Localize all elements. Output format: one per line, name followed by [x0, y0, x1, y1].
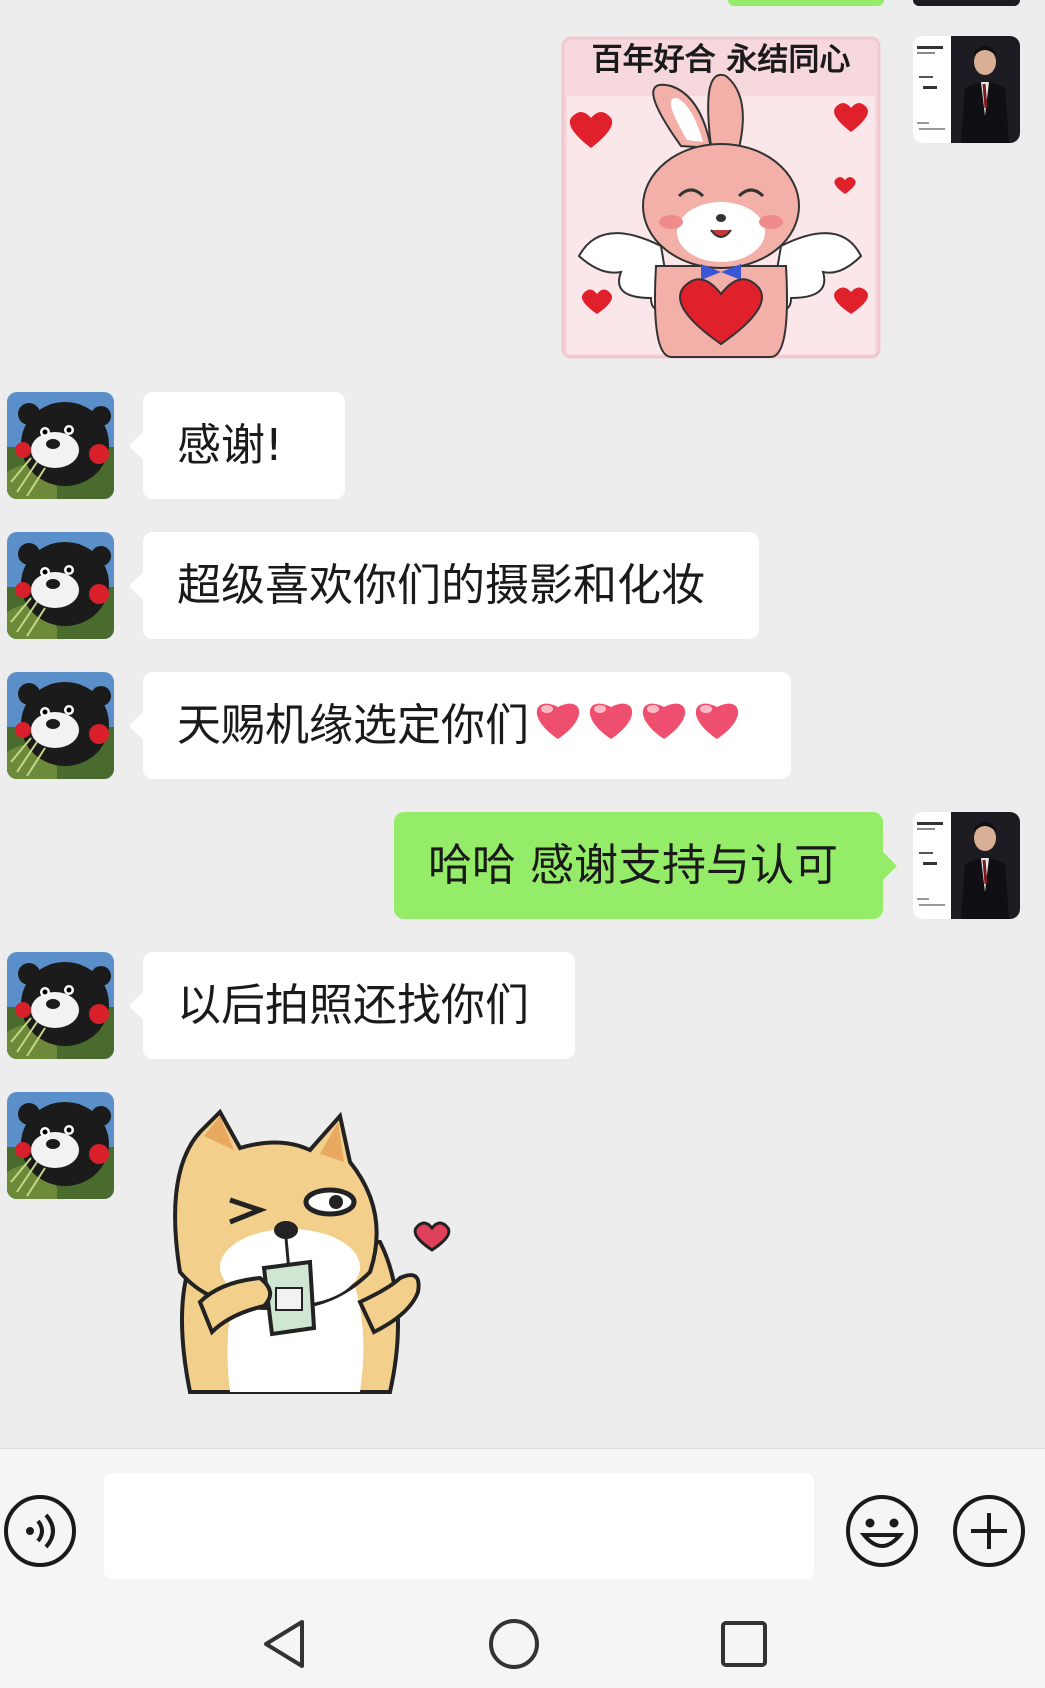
more-button[interactable]: [951, 1493, 1027, 1569]
previous-bubble-fragment: [728, 0, 884, 6]
message-text: 感谢!: [177, 420, 283, 471]
back-triangle-icon: [264, 1620, 304, 1668]
nav-back-button[interactable]: [254, 1614, 314, 1674]
message-row: 哈哈 感谢支持与认可: [0, 812, 1045, 919]
message-text: 以后拍照还找你们: [177, 980, 529, 1031]
contact-avatar[interactable]: [7, 1092, 114, 1199]
shiba-drinking-sticker[interactable]: [160, 1092, 460, 1402]
message-row: 天赐机缘选定你们: [0, 672, 1045, 779]
message-bubble[interactable]: 超级喜欢你们的摄影和化妆: [129, 532, 759, 639]
emoji-icon: [846, 1495, 918, 1567]
voice-button[interactable]: [2, 1493, 78, 1569]
message-text: 天赐机缘选定你们: [177, 700, 529, 751]
self-avatar[interactable]: [913, 812, 1020, 919]
heart-emoji-group: [531, 675, 745, 782]
message-bubble[interactable]: 哈哈 感谢支持与认可: [394, 812, 897, 919]
message-text: 超级喜欢你们的摄影和化妆: [177, 560, 705, 611]
message-row: 感谢!: [0, 392, 1045, 499]
message-bubble[interactable]: 天赐机缘选定你们: [129, 672, 791, 782]
nav-home-button[interactable]: [484, 1614, 544, 1674]
heart-icon: [536, 703, 580, 739]
chat-input-bar: [0, 1448, 1045, 1585]
heart-icon: [642, 703, 686, 739]
contact-avatar[interactable]: [7, 532, 114, 639]
message-row: 以后拍照还找你们: [0, 952, 1045, 1059]
contact-avatar[interactable]: [7, 672, 114, 779]
contact-avatar[interactable]: [7, 392, 114, 499]
system-nav-bar: [0, 1584, 1045, 1688]
self-avatar[interactable]: [913, 36, 1020, 143]
contact-avatar[interactable]: [7, 952, 114, 1059]
message-bubble[interactable]: 以后拍照还找你们: [129, 952, 575, 1059]
message-text: 哈哈 感谢支持与认可: [428, 840, 838, 891]
heart-icon: [589, 703, 633, 739]
nav-recent-button[interactable]: [714, 1614, 774, 1674]
message-row: 百年好合 永结同心: [0, 36, 1045, 366]
heart-icon: [695, 703, 739, 739]
chat-area[interactable]: 百年好合 永结同心 感谢! 超级喜欢你们的摄影和化妆 天赐机缘选定你们 哈哈 感…: [0, 0, 1045, 1448]
plus-icon: [953, 1495, 1025, 1567]
message-row: [0, 1092, 1045, 1402]
emoji-button[interactable]: [844, 1493, 920, 1569]
rabbit-angel-sticker[interactable]: 百年好合 永结同心: [561, 36, 881, 359]
home-circle-icon: [489, 1619, 539, 1669]
message-bubble[interactable]: 感谢!: [129, 392, 345, 499]
message-input[interactable]: [104, 1473, 814, 1579]
sticker-caption: 百年好合 永结同心: [592, 42, 851, 78]
message-row: 超级喜欢你们的摄影和化妆: [0, 532, 1045, 639]
recent-square-icon: [721, 1621, 767, 1667]
previous-avatar-fragment: [913, 0, 1020, 6]
voice-icon: [4, 1495, 76, 1567]
